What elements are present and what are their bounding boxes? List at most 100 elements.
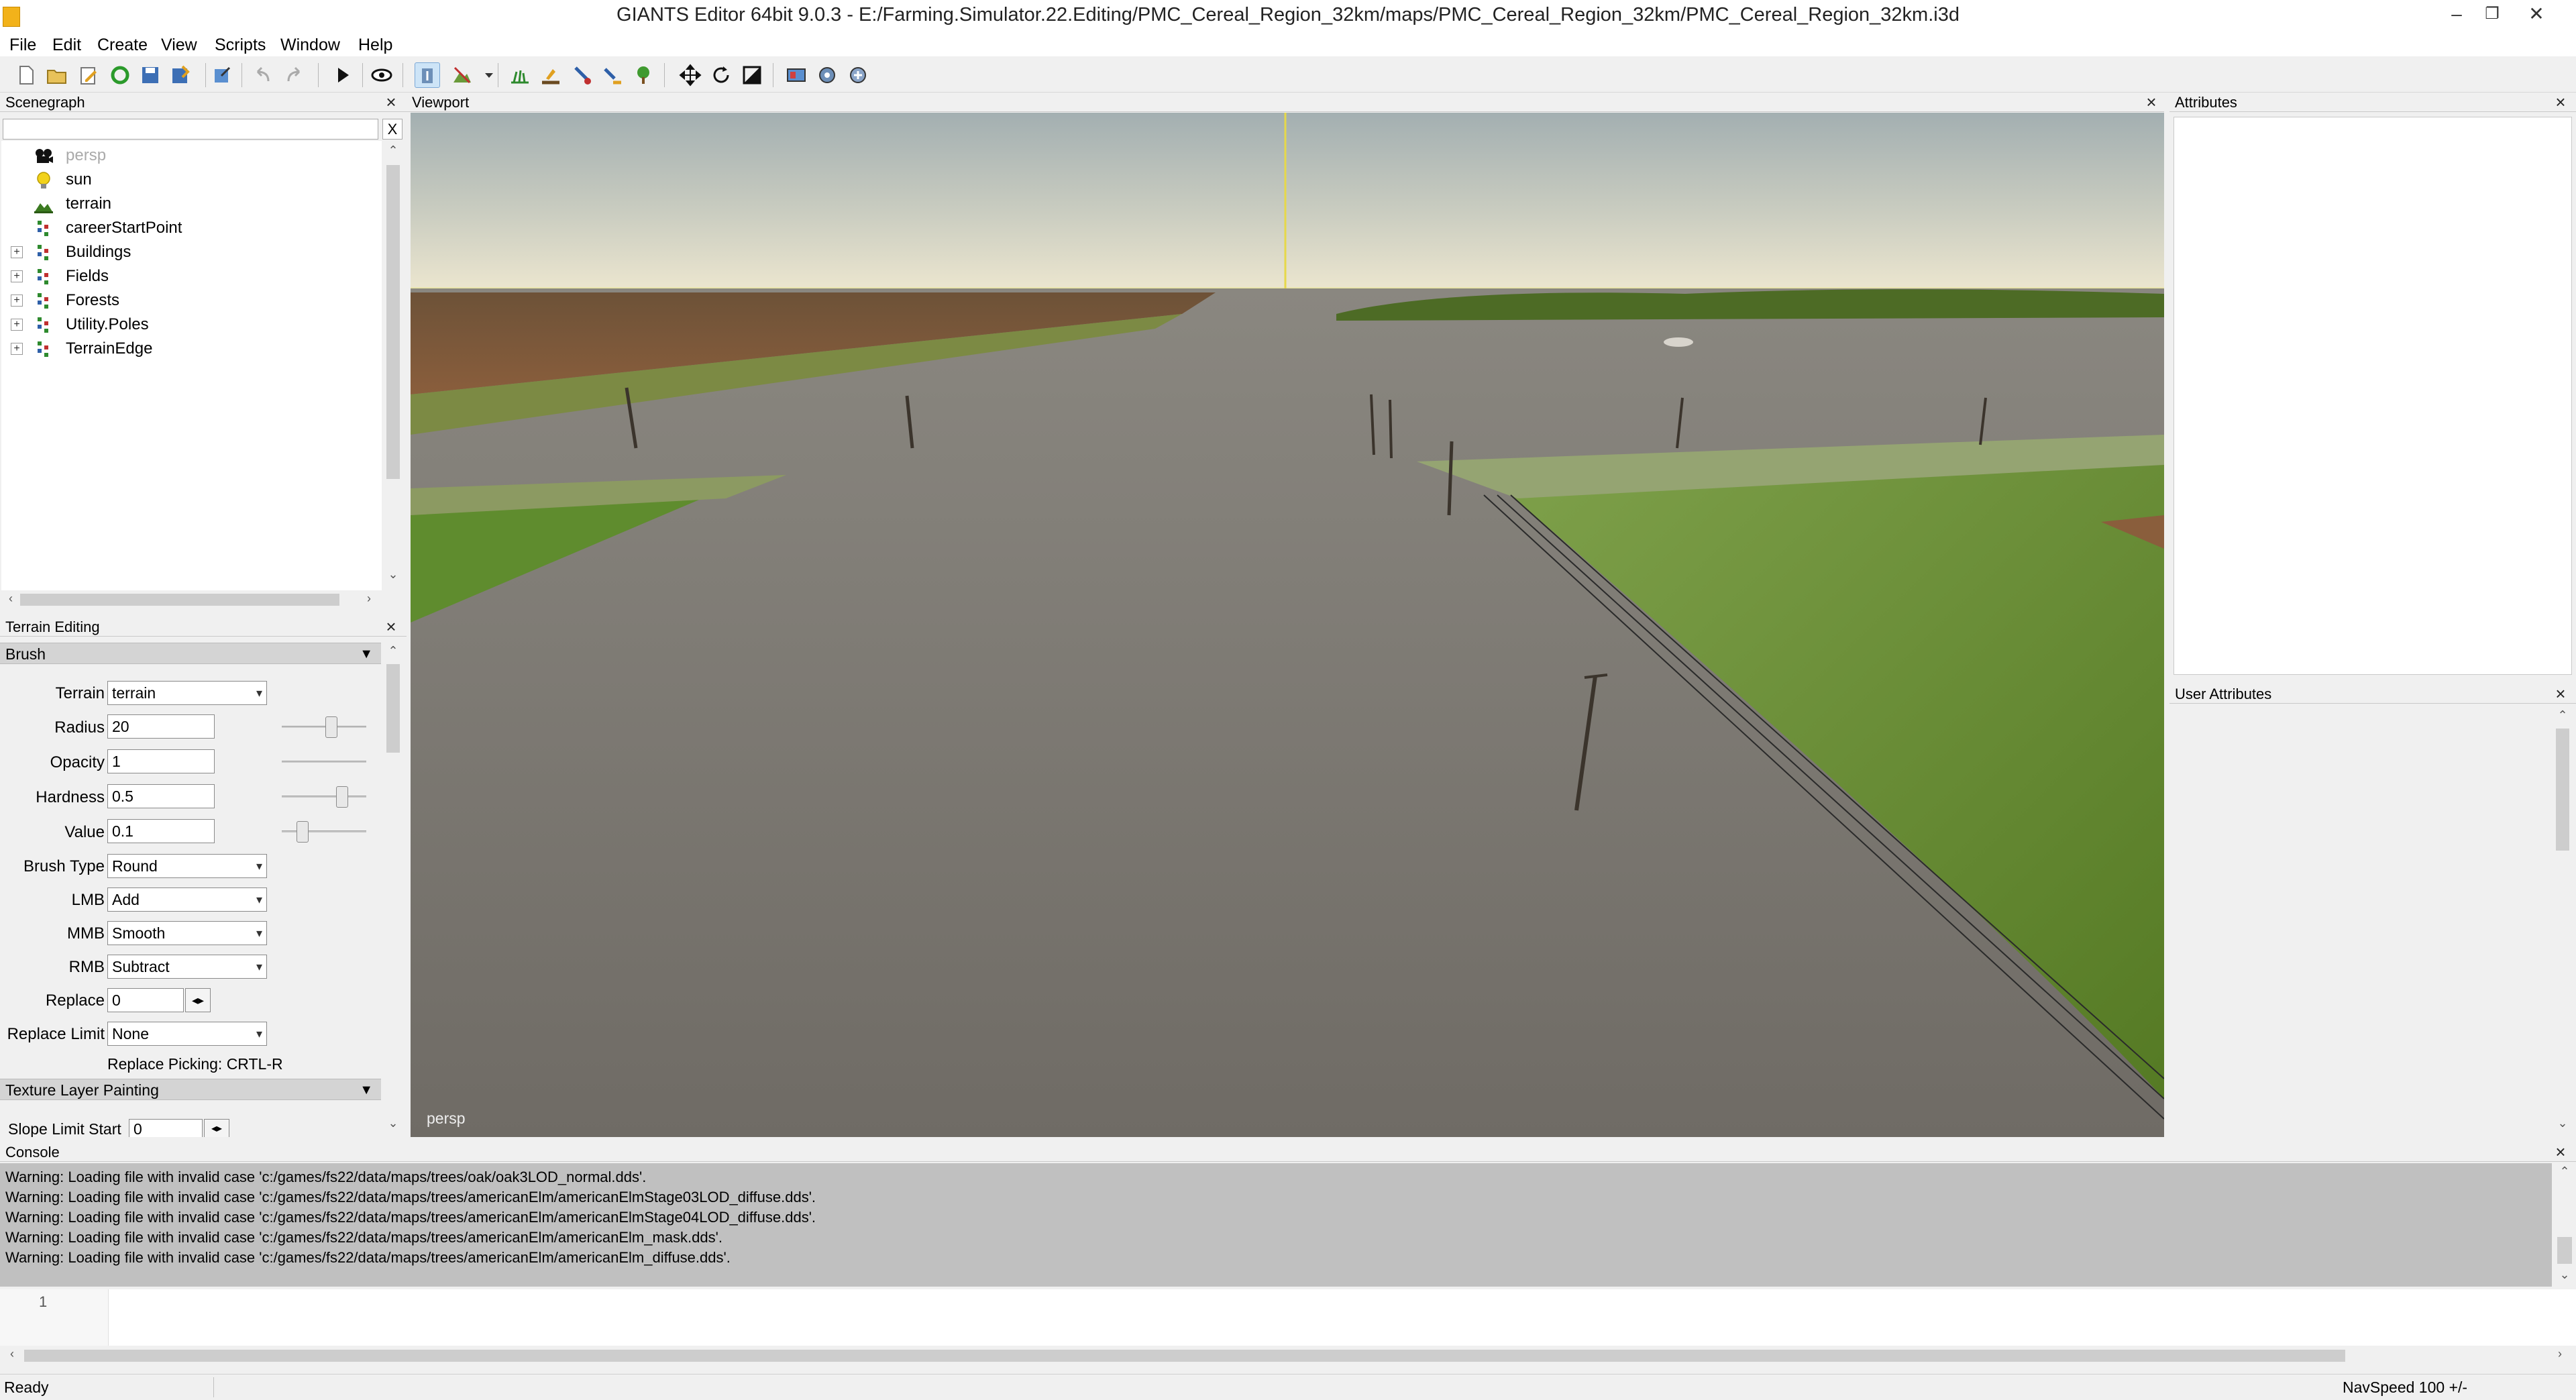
replace-limit-select[interactable]: None ▾ — [107, 1022, 267, 1046]
redo-icon[interactable] — [282, 62, 307, 88]
new-file-icon[interactable] — [13, 62, 39, 88]
menu-scripts[interactable]: Scripts — [215, 34, 266, 56]
terrain-editing-close-icon[interactable]: × — [384, 618, 398, 635]
play-icon[interactable] — [330, 62, 356, 88]
menu-help[interactable]: Help — [358, 34, 392, 56]
tree-node-terrain[interactable]: terrain — [1, 192, 377, 216]
hardness-input[interactable]: 0.5 — [107, 784, 215, 808]
value-slider-thumb[interactable] — [296, 821, 309, 843]
scenegraph-horizontal-scrollbar[interactable]: ‹ › — [0, 590, 384, 609]
replace-input[interactable]: 0 — [107, 988, 184, 1012]
replace-stepper-icon[interactable]: ◂▸ — [185, 988, 211, 1012]
scroll-down-icon[interactable]: ⌄ — [2553, 1116, 2572, 1130]
scroll-left-icon[interactable]: ‹ — [4, 592, 17, 606]
opacity-slider[interactable] — [282, 761, 366, 763]
scenegraph-close-icon[interactable]: × — [384, 93, 398, 111]
hardness-slider[interactable] — [282, 796, 366, 798]
scrollbar-thumb[interactable] — [2556, 729, 2569, 851]
radius-input[interactable]: 20 — [107, 714, 215, 739]
rotate-tool-icon[interactable] — [708, 62, 734, 88]
tree-node-forests[interactable]: + Forests — [1, 288, 377, 313]
expand-icon[interactable]: + — [11, 343, 23, 355]
menu-window[interactable]: Window — [280, 34, 340, 56]
radius-slider-thumb[interactable] — [325, 716, 337, 738]
expand-icon[interactable]: + — [11, 270, 23, 282]
scrollbar-thumb[interactable] — [2557, 1237, 2572, 1264]
tree-node-terrainedge[interactable]: + TerrainEdge — [1, 337, 377, 361]
scrollbar-thumb[interactable] — [386, 664, 400, 753]
scrollbar-thumb[interactable] — [24, 1350, 2345, 1362]
user-attributes-close-icon[interactable]: × — [2553, 685, 2568, 702]
scroll-down-icon[interactable]: ⌄ — [2553, 1268, 2576, 1282]
console-script-input[interactable]: 1 — [0, 1289, 2576, 1350]
menu-edit[interactable]: Edit — [52, 34, 81, 56]
place-tree-icon[interactable] — [631, 62, 656, 88]
scenegraph-clear-button[interactable]: X — [382, 119, 402, 140]
render-icon[interactable] — [784, 62, 809, 88]
tree-node-careerstartpoint[interactable]: careerStartPoint — [1, 216, 377, 240]
scroll-down-icon[interactable]: ⌄ — [384, 1116, 402, 1130]
scale-tool-icon[interactable] — [739, 62, 765, 88]
scroll-down-icon[interactable]: ⌄ — [384, 568, 402, 582]
move-tool-icon[interactable] — [678, 62, 703, 88]
paint-foliage-icon[interactable] — [569, 62, 594, 88]
tree-node-persp[interactable]: persp — [1, 144, 377, 168]
advanced-settings-icon[interactable] — [845, 62, 871, 88]
scroll-up-icon[interactable]: ⌃ — [2553, 1165, 2576, 1179]
undo-icon[interactable] — [250, 62, 275, 88]
brush-section-header[interactable]: Brush ▼ — [0, 643, 381, 664]
scrollbar-thumb[interactable] — [20, 594, 339, 606]
expand-icon[interactable]: + — [11, 246, 23, 258]
menu-view[interactable]: View — [161, 34, 197, 56]
expand-icon[interactable]: + — [11, 294, 23, 307]
scenegraph-search-input[interactable] — [3, 119, 378, 140]
scroll-left-icon[interactable]: ‹ — [5, 1347, 19, 1361]
select-mode-icon[interactable] — [415, 62, 440, 88]
restore-button[interactable]: ❐ — [2482, 4, 2502, 24]
viewport-close-icon[interactable]: × — [2144, 93, 2159, 111]
console-close-icon[interactable]: × — [2553, 1143, 2568, 1161]
menu-file[interactable]: File — [9, 34, 36, 56]
terrain-editing-scrollbar[interactable]: ⌃ ⌄ — [384, 643, 402, 1137]
console-horizontal-scrollbar[interactable]: ‹ › — [0, 1346, 2576, 1366]
settings-gear-icon[interactable] — [814, 62, 840, 88]
rmb-select[interactable]: Subtract ▾ — [107, 955, 267, 979]
3d-viewport[interactable] — [411, 113, 2164, 1137]
menu-create[interactable]: Create — [97, 34, 148, 56]
user-attributes-scrollbar[interactable]: ⌃ ⌄ — [2553, 707, 2572, 1136]
export-icon[interactable] — [209, 62, 235, 88]
close-window-button[interactable]: ✕ — [2526, 4, 2546, 24]
scroll-right-icon[interactable]: › — [2553, 1347, 2567, 1361]
tree-node-fields[interactable]: + Fields — [1, 264, 377, 288]
save-icon[interactable] — [138, 62, 163, 88]
scroll-up-icon[interactable]: ⌃ — [384, 644, 402, 658]
value-slider[interactable] — [282, 830, 366, 832]
minimize-button[interactable]: – — [2447, 4, 2467, 24]
visibility-eye-icon[interactable] — [369, 62, 394, 88]
lmb-select[interactable]: Add ▾ — [107, 887, 267, 912]
reload-icon[interactable] — [107, 62, 133, 88]
console-scrollbar[interactable]: ⌃ ⌄ — [2553, 1163, 2576, 1287]
paint-texture-icon[interactable] — [538, 62, 564, 88]
scroll-up-icon[interactable]: ⌃ — [384, 144, 402, 158]
decoration-icon[interactable] — [600, 62, 625, 88]
scrollbar-thumb[interactable] — [386, 165, 400, 479]
scroll-up-icon[interactable]: ⌃ — [2553, 708, 2572, 722]
edit-file-icon[interactable] — [76, 62, 101, 88]
radius-slider[interactable] — [282, 726, 366, 728]
tree-node-utility-poles[interactable]: + Utility.Poles — [1, 313, 377, 337]
save-as-icon[interactable] — [168, 62, 193, 88]
dropdown-arrow-icon[interactable] — [476, 62, 493, 88]
terrain-select[interactable]: terrain ▾ — [107, 681, 267, 705]
scenegraph-vertical-scrollbar[interactable]: ⌃ ⌄ — [384, 141, 402, 590]
terrain-sculpt-icon[interactable] — [449, 62, 475, 88]
slope-limit-stepper-icon[interactable]: ◂▸ — [204, 1119, 229, 1137]
mmb-select[interactable]: Smooth ▾ — [107, 921, 267, 945]
scroll-right-icon[interactable]: › — [362, 592, 376, 606]
tree-node-sun[interactable]: sun — [1, 168, 377, 192]
attributes-close-icon[interactable]: × — [2553, 93, 2568, 111]
opacity-input[interactable]: 1 — [107, 749, 215, 773]
value-input[interactable]: 0.1 — [107, 819, 215, 843]
slope-limit-input[interactable]: 0 — [129, 1119, 203, 1137]
brush-type-select[interactable]: Round ▾ — [107, 854, 267, 878]
